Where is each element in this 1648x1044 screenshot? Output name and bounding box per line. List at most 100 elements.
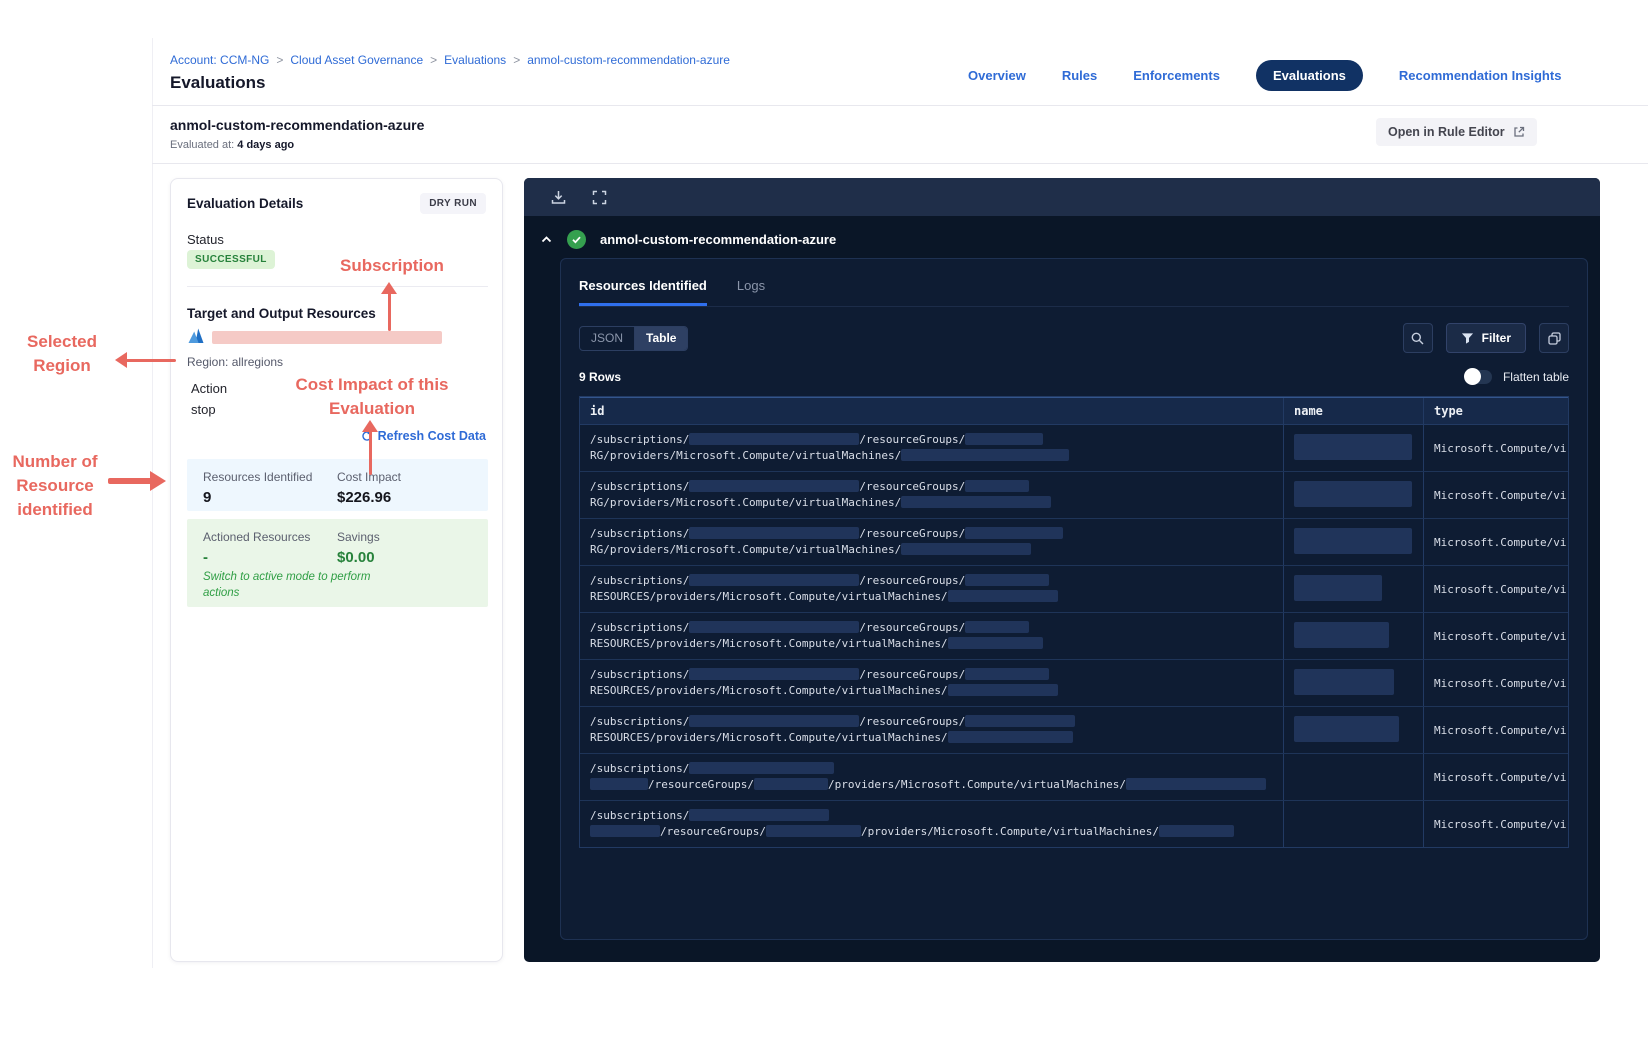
- type-cell: Microsoft.Compute/virtu: [1434, 770, 1568, 784]
- id-cell: /subscriptions//resourceGroups/RESOURCES…: [580, 613, 1284, 659]
- region-value: Region: allregions: [187, 355, 284, 369]
- annotation-subscription-arrowhead: [381, 282, 397, 294]
- breadcrumb: Account: CCM-NG > Cloud Asset Governance…: [170, 53, 730, 67]
- results-panel: anmol-custom-recommendation-azure Resour…: [524, 178, 1600, 962]
- redacted-value: [689, 809, 830, 821]
- breadcrumb-evaluations[interactable]: Evaluations: [444, 53, 506, 67]
- dry-run-badge: DRY RUN: [420, 193, 486, 214]
- content-left-edge: [152, 38, 153, 968]
- redacted-name: [1294, 481, 1412, 507]
- table-row: /subscriptions//resourceGroups/RESOURCES…: [580, 707, 1568, 754]
- redacted-value: [1158, 825, 1234, 837]
- subheader-divider: [152, 163, 1648, 164]
- evaluation-name-title: anmol-custom-recommendation-azure: [170, 117, 425, 133]
- breadcrumb-evaluation-name[interactable]: anmol-custom-recommendation-azure: [527, 53, 730, 67]
- table-row: /subscriptions//resourceGroups//provider…: [580, 754, 1568, 801]
- header-divider: [152, 105, 1648, 106]
- action-value: stop: [191, 402, 216, 417]
- switch-mode-note: Switch to active mode to perform actions: [203, 571, 371, 599]
- annotation-selected-region-arrow-line: [126, 359, 176, 362]
- rows-count: 9 Rows: [579, 370, 622, 384]
- type-cell: Microsoft.Compute/virtu: [1434, 723, 1568, 737]
- table-row: /subscriptions//resourceGroups/RG/provid…: [580, 519, 1568, 566]
- tab-enforcements[interactable]: Enforcements: [1133, 68, 1220, 83]
- id-cell: /subscriptions//resourceGroups//provider…: [580, 801, 1284, 847]
- annotation-selected-region: Selected Region: [27, 332, 97, 375]
- redacted-value: [590, 778, 648, 790]
- redacted-value: [901, 449, 1070, 461]
- redacted-name: [1294, 528, 1412, 554]
- success-check-icon: [567, 230, 586, 249]
- copy-button[interactable]: [1539, 323, 1569, 353]
- download-icon[interactable]: [550, 189, 567, 206]
- type-cell: Microsoft.Compute/virtu: [1434, 629, 1568, 643]
- annotation-cost-impact-arrow-line: [369, 431, 372, 475]
- filter-button[interactable]: Filter: [1445, 323, 1526, 353]
- redacted-value: [965, 621, 1030, 633]
- search-button[interactable]: [1402, 323, 1433, 353]
- actioned-savings-box: Actioned Resources - Savings $0.00 Switc…: [187, 519, 488, 607]
- redacted-name: [1294, 622, 1389, 648]
- resources-card: Resources Identified Logs JSON Table Fil…: [560, 258, 1588, 940]
- identified-cost-box: Resources Identified 9 Cost Impact $226.…: [187, 459, 488, 511]
- flatten-table-toggle[interactable]: Flatten table: [1463, 368, 1569, 385]
- view-toggle-table[interactable]: Table: [635, 326, 688, 350]
- page-title: Evaluations: [170, 73, 266, 92]
- action-label: Action: [191, 381, 228, 396]
- viewer-tabs: Resources Identified Logs: [579, 259, 1569, 307]
- annotation-subscription-arrow-line: [388, 293, 391, 331]
- refresh-cost-data-link[interactable]: Refresh Cost Data: [361, 429, 486, 443]
- breadcrumb-governance[interactable]: Cloud Asset Governance: [290, 53, 423, 67]
- result-title: anmol-custom-recommendation-azure: [600, 232, 837, 247]
- breadcrumb-account[interactable]: Account: CCM-NG: [170, 53, 269, 67]
- table-row: /subscriptions//resourceGroups/RG/provid…: [580, 425, 1568, 472]
- evaluation-details-card: Evaluation Details DRY RUN Status SUCCES…: [170, 178, 503, 962]
- redacted-value: [901, 496, 1052, 508]
- azure-icon: [186, 326, 206, 346]
- type-cell: Microsoft.Compute/virtu: [1434, 817, 1568, 831]
- table-row: /subscriptions//resourceGroups//provider…: [580, 801, 1568, 847]
- redacted-value: [965, 433, 1044, 445]
- column-header-name: name: [1284, 398, 1424, 424]
- redacted-name: [1294, 575, 1382, 601]
- tab-resources-identified[interactable]: Resources Identified: [579, 278, 707, 306]
- view-toggle-json[interactable]: JSON: [580, 326, 636, 350]
- table-row: /subscriptions//resourceGroups/RESOURCES…: [580, 660, 1568, 707]
- id-cell: /subscriptions//resourceGroups//provider…: [580, 754, 1284, 800]
- redacted-value: [689, 762, 835, 774]
- redacted-value: [1125, 778, 1266, 790]
- tab-overview[interactable]: Overview: [968, 68, 1026, 83]
- open-rule-editor-button[interactable]: Open in Rule Editor: [1376, 118, 1537, 146]
- name-cell: [1284, 754, 1424, 800]
- redacted-value: [753, 778, 828, 790]
- table-header: id name type: [580, 397, 1568, 425]
- name-cell: [1284, 425, 1424, 471]
- savings-value: $0.00: [337, 549, 375, 566]
- redacted-name: [1294, 716, 1399, 742]
- redacted-value: [947, 590, 1058, 602]
- tab-evaluations-active[interactable]: Evaluations: [1255, 60, 1363, 91]
- fullscreen-icon[interactable]: [591, 189, 608, 206]
- subscription-redacted-bar: [212, 331, 442, 344]
- breadcrumb-separator: >: [513, 53, 521, 67]
- redacted-value: [689, 574, 860, 586]
- toggle-knob: [1463, 368, 1481, 385]
- type-cell: Microsoft.Compute/virtu: [1434, 488, 1568, 502]
- external-link-icon: [1513, 126, 1525, 138]
- annotation-subscription: Subscription: [340, 256, 444, 275]
- tab-rules[interactable]: Rules: [1062, 68, 1097, 83]
- annotation-number-identified: Number of Resource identified: [12, 452, 98, 519]
- redacted-name: [1294, 669, 1394, 695]
- name-cell: [1284, 801, 1424, 847]
- resources-identified-value: 9: [203, 489, 212, 506]
- type-cell: Microsoft.Compute/virtu: [1434, 582, 1568, 596]
- tab-logs[interactable]: Logs: [737, 278, 765, 306]
- actioned-resources-value: -: [203, 549, 208, 566]
- redacted-value: [965, 574, 1050, 586]
- collapse-chevron-icon[interactable]: [540, 233, 553, 246]
- status-badge: SUCCESSFUL: [187, 250, 275, 269]
- results-toolbar: [524, 178, 1600, 216]
- breadcrumb-separator: >: [276, 53, 284, 67]
- tab-recommendation-insights[interactable]: Recommendation Insights: [1399, 68, 1562, 83]
- name-cell: [1284, 613, 1424, 659]
